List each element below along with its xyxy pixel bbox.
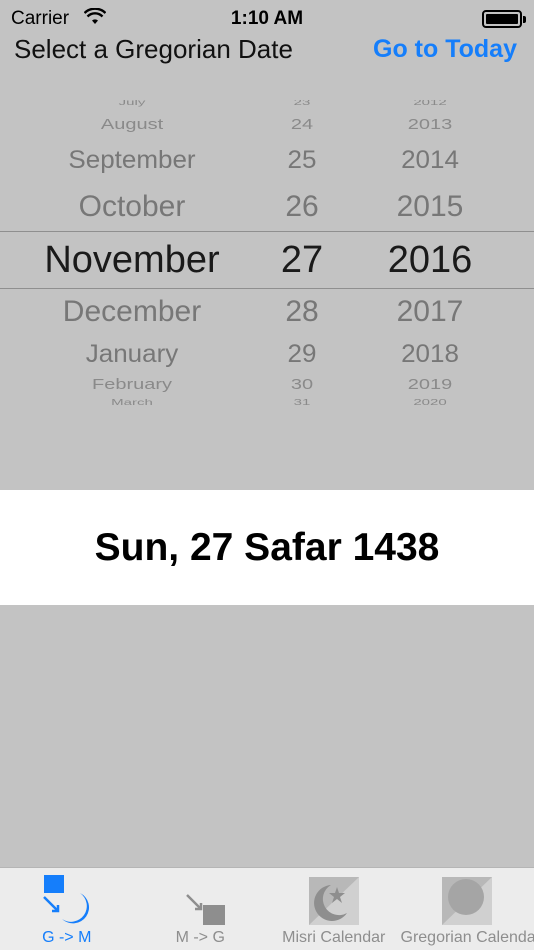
picker-year: 2014 — [401, 145, 459, 174]
picker-day: 25 — [287, 145, 317, 174]
converted-date-text: Sun, 27 Safar 1438 — [94, 525, 440, 569]
picker-day: 26 — [285, 190, 319, 223]
picker-month: January — [85, 339, 179, 368]
tab-misri-calendar[interactable]: Misri Calendar — [267, 868, 401, 950]
picker-day: 23 — [293, 100, 311, 108]
picker-year: 2013 — [407, 116, 453, 133]
picker-month: July — [118, 100, 146, 108]
battery-icon — [482, 10, 526, 28]
tab-bar: G -> M M -> G Misri Calendar Gregorian C… — [0, 867, 534, 950]
gregorian-calendar-icon — [440, 875, 494, 927]
tab-label: G -> M — [42, 929, 92, 946]
picker-day: 24 — [290, 116, 314, 133]
picker-day: 30 — [290, 376, 314, 393]
tab-m-to-g[interactable]: M -> G — [134, 868, 268, 950]
tab-gregorian-calendar[interactable]: Gregorian Calendar — [401, 868, 534, 950]
page-title: Select a Gregorian Date — [14, 34, 293, 64]
picker-month: December — [62, 295, 202, 328]
picker-month: August — [100, 116, 164, 133]
status-bar: Carrier 1:10 AM — [0, 0, 534, 36]
picker-day: 29 — [287, 339, 317, 368]
picker-year: 2012 — [413, 100, 447, 108]
misri-calendar-icon — [307, 875, 361, 927]
picker-month: November — [44, 239, 220, 281]
picker-year: 2018 — [401, 339, 459, 368]
go-to-today-button[interactable]: Go to Today — [373, 35, 517, 64]
misri-to-gregorian-icon — [173, 875, 227, 927]
picker-month: September — [68, 145, 196, 174]
tab-g-to-m[interactable]: G -> M — [0, 868, 134, 950]
picker-month: March — [111, 398, 153, 408]
picker-year: 2019 — [407, 376, 453, 393]
converted-date-panel: Sun, 27 Safar 1438 — [0, 490, 534, 605]
picker-year: 2017 — [396, 295, 464, 328]
picker-year: 2016 — [387, 239, 473, 281]
tab-label: Misri Calendar — [282, 929, 386, 946]
picker-day: 31 — [293, 398, 311, 408]
picker-month: February — [91, 376, 173, 393]
picker-day: 27 — [280, 239, 324, 281]
picker-month: October — [78, 190, 186, 223]
tab-label: Gregorian Calendar — [400, 929, 534, 946]
date-picker[interactable]: July 23 2012 August 24 2013 September 25 2014 Oct… — [0, 100, 534, 410]
picker-year: 2015 — [396, 190, 464, 223]
picker-day: 28 — [285, 295, 319, 328]
tab-label: M -> G — [175, 929, 225, 946]
picker-year: 2020 — [413, 398, 447, 408]
gregorian-to-misri-icon — [40, 875, 94, 927]
status-time: 1:10 AM — [230, 8, 304, 29]
